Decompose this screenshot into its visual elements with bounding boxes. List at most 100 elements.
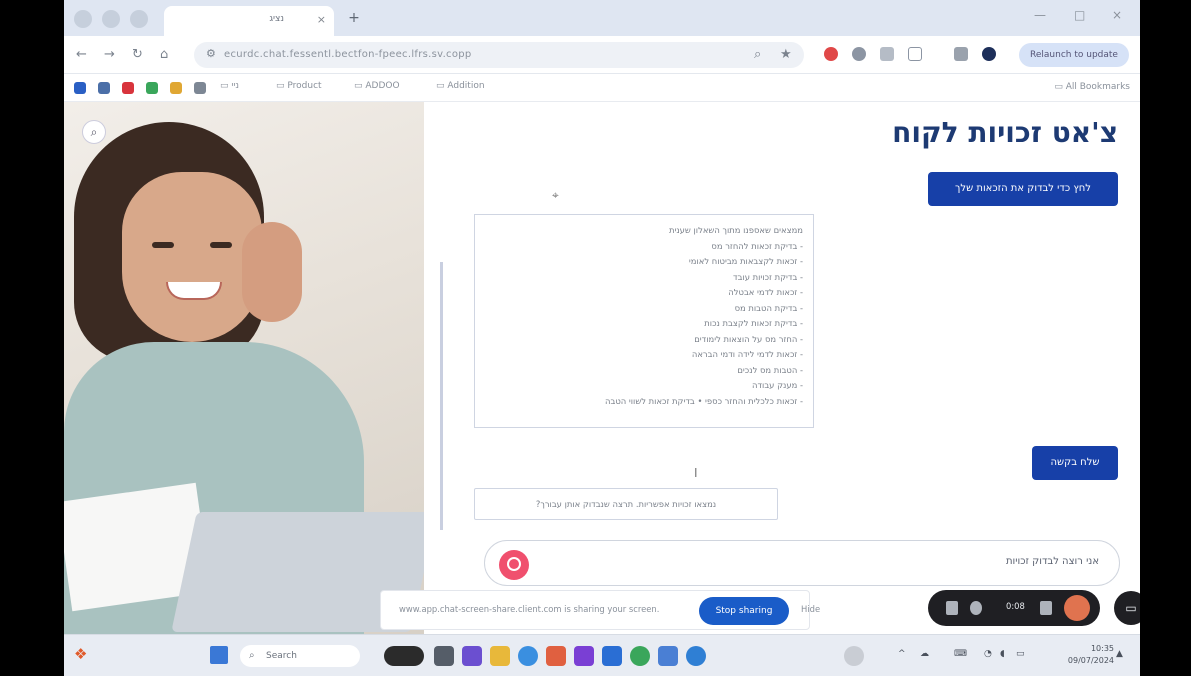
chat-input-bar[interactable]: אני רוצה לבדוק זכויות [484, 540, 1120, 586]
site-info-icon[interactable]: ⚙ [206, 47, 216, 60]
checklist-item: - החזר מס על הוצאות לימודים [694, 333, 803, 344]
task-view-icon[interactable] [434, 646, 454, 666]
bookmark-folder-3[interactable]: ▭ ADDOO [354, 81, 400, 91]
checklist-item: ממצאים שאספנו מתוך השאלון שענית [668, 225, 803, 235]
stop-recording-button[interactable] [1064, 595, 1090, 621]
home-icon[interactable]: ⌂ [160, 47, 168, 62]
pause-icon[interactable] [1040, 601, 1052, 615]
bookmark-youtube-icon[interactable] [122, 82, 134, 94]
start-button-icon[interactable] [210, 646, 228, 664]
checklist-item: - זכאות כלכלית והחזר כספי • בדיקת זכאות … [605, 395, 803, 406]
pinned-tab-icon[interactable] [130, 10, 148, 28]
bookmark-folder-label: Addition [447, 81, 485, 91]
chrome-app-icon[interactable] [630, 646, 650, 666]
bookmark-doc-icon[interactable] [194, 82, 206, 94]
file-explorer-icon[interactable] [490, 646, 510, 666]
bookmark-drive-icon[interactable] [146, 82, 158, 94]
extension-square-icon[interactable] [908, 47, 922, 61]
relaunch-button[interactable]: Relaunch to update [1019, 43, 1129, 67]
browser-tabstrip: נציג × + — □ × [64, 0, 1140, 36]
outlook-app-icon[interactable] [602, 646, 622, 666]
recording-time: 0:08 [1006, 601, 1025, 611]
recorder-app-icon[interactable] [844, 646, 864, 666]
trash-icon[interactable] [946, 601, 958, 615]
teams-app-icon[interactable] [462, 646, 482, 666]
desktop-screen: נציג × + — □ × ← → ↻ ⌂ ⚙ ecurdc.chat.fes… [64, 0, 1140, 676]
close-window-button[interactable]: × [1112, 8, 1122, 22]
bookmark-calendar-icon[interactable] [98, 82, 110, 94]
checklist-item: - בדיקת זכאות לקצבת נכות [704, 318, 803, 328]
bookmark-star-icon[interactable]: ★ [780, 47, 792, 62]
chat-page: ⌕ צ'אט זכויות לקוח לחץ כדי לבדוק את הזכא… [64, 102, 1140, 634]
bot-message-checklist: ממצאים שאספנו מתוך השאלון שענית - בדיקת … [474, 214, 814, 428]
reload-icon[interactable]: ↻ [132, 47, 143, 62]
send-request-button[interactable]: שלח בקשה [1032, 446, 1118, 480]
extension-icon[interactable] [102, 10, 120, 28]
browser-app-icon[interactable] [686, 646, 706, 666]
checklist-item: - הטבות מס לנכים [737, 364, 803, 375]
bookmark-facebook-icon[interactable] [74, 82, 86, 94]
battery-icon[interactable]: ▭ [1016, 649, 1025, 659]
store-app-icon[interactable] [658, 646, 678, 666]
hero-image: ⌕ [64, 102, 424, 634]
taskbar-search-label: Search [266, 651, 297, 661]
hide-banner-button[interactable]: Hide [801, 604, 820, 614]
address-url: ecurdc.chat.fessentl.bectfon-fpeec.lfrs.… [224, 49, 472, 60]
extension-gray-icon[interactable] [852, 47, 866, 61]
minimize-button[interactable]: — [1034, 8, 1046, 22]
keyboard-icon[interactable]: ⌨ [954, 649, 967, 659]
share-banner-text: www.app.chat-screen-share.client.com is … [399, 604, 660, 614]
hero-hand-shape [242, 222, 302, 322]
extension-red-icon[interactable] [824, 47, 838, 61]
tab-close-icon[interactable]: × [317, 13, 326, 26]
volume-icon[interactable]: ◖ [1000, 649, 1005, 659]
onenote-app-icon[interactable] [574, 646, 594, 666]
restart-icon[interactable] [970, 601, 982, 615]
taskbar-clock[interactable]: 10:35 09/07/2024 [1068, 643, 1114, 667]
extension-puzzle-icon[interactable] [880, 47, 894, 61]
checklist-item: - מענק עבודה [752, 380, 803, 390]
all-bookmarks-button[interactable]: ▭ All Bookmarks [1054, 82, 1130, 92]
new-tab-button[interactable]: + [346, 10, 362, 26]
hero-eye-shape [152, 242, 174, 248]
bookmark-folder-1[interactable]: ▭ ניי [220, 81, 239, 91]
tab-active[interactable]: נציג × [164, 6, 334, 36]
taskbar-search[interactable]: ⌕ Search [240, 645, 360, 667]
send-icon[interactable] [499, 550, 529, 580]
bookmark-folder-4[interactable]: ▭ Addition [436, 81, 485, 91]
profile-avatar-icon[interactable] [982, 47, 996, 61]
check-eligibility-button[interactable]: לחץ כדי לבדוק את הזכאות שלך [928, 172, 1118, 206]
cursor-icon: ⌖ [552, 188, 559, 202]
chat-input-text: אני רוצה לבדוק זכויות [1005, 556, 1099, 567]
widgets-icon[interactable]: ❖ [74, 645, 92, 665]
tab-search-icon[interactable] [74, 10, 92, 28]
recording-controls: 0:08 [928, 590, 1100, 626]
send-icon-ring [507, 557, 521, 571]
bookmark-folder-2[interactable]: ▭ Product [276, 81, 322, 91]
sidepanel-icon[interactable] [954, 47, 968, 61]
wifi-icon[interactable]: ◔ [984, 649, 992, 659]
search-icon[interactable]: ⌕ [82, 120, 106, 144]
bot-message-reply: נמצאו זכויות אפשריות. תרצה שנבדוק אותן ע… [474, 488, 778, 520]
stop-sharing-button[interactable]: Stop sharing [699, 597, 789, 625]
edge-app-icon[interactable] [518, 646, 538, 666]
onedrive-icon[interactable]: ☁ [920, 649, 929, 659]
browser-toolbar: ← → ↻ ⌂ ⚙ ecurdc.chat.fessentl.bectfon-f… [64, 36, 1140, 74]
forward-arrow-icon[interactable]: → [104, 47, 115, 62]
office-app-icon[interactable] [546, 646, 566, 666]
bookmark-folder-label: ניי [231, 81, 240, 91]
address-bar[interactable]: ⚙ ecurdc.chat.fessentl.bectfon-fpeec.lfr… [194, 42, 804, 68]
copilot-app-icon[interactable] [384, 646, 424, 666]
bookmarks-bar: ▭ ניי ▭ Product ▭ ADDOO ▭ Addition ▭ All… [64, 74, 1140, 102]
clock-time: 10:35 [1090, 644, 1114, 653]
camera-icon[interactable]: ▭ [1114, 591, 1140, 625]
zoom-icon[interactable]: ⌕ [754, 47, 761, 62]
maximize-button[interactable]: □ [1074, 8, 1085, 22]
back-arrow-icon[interactable]: ← [76, 47, 87, 62]
all-bookmarks-label: All Bookmarks [1065, 82, 1130, 92]
notification-icon[interactable]: ▲ [1116, 649, 1123, 659]
checklist-item: - בדיקת זכויות עובד [733, 271, 803, 282]
tray-chevron-icon[interactable]: ^ [898, 649, 906, 659]
bookmark-folder-label: Product [287, 81, 322, 91]
bookmark-pin-icon[interactable] [170, 82, 182, 94]
